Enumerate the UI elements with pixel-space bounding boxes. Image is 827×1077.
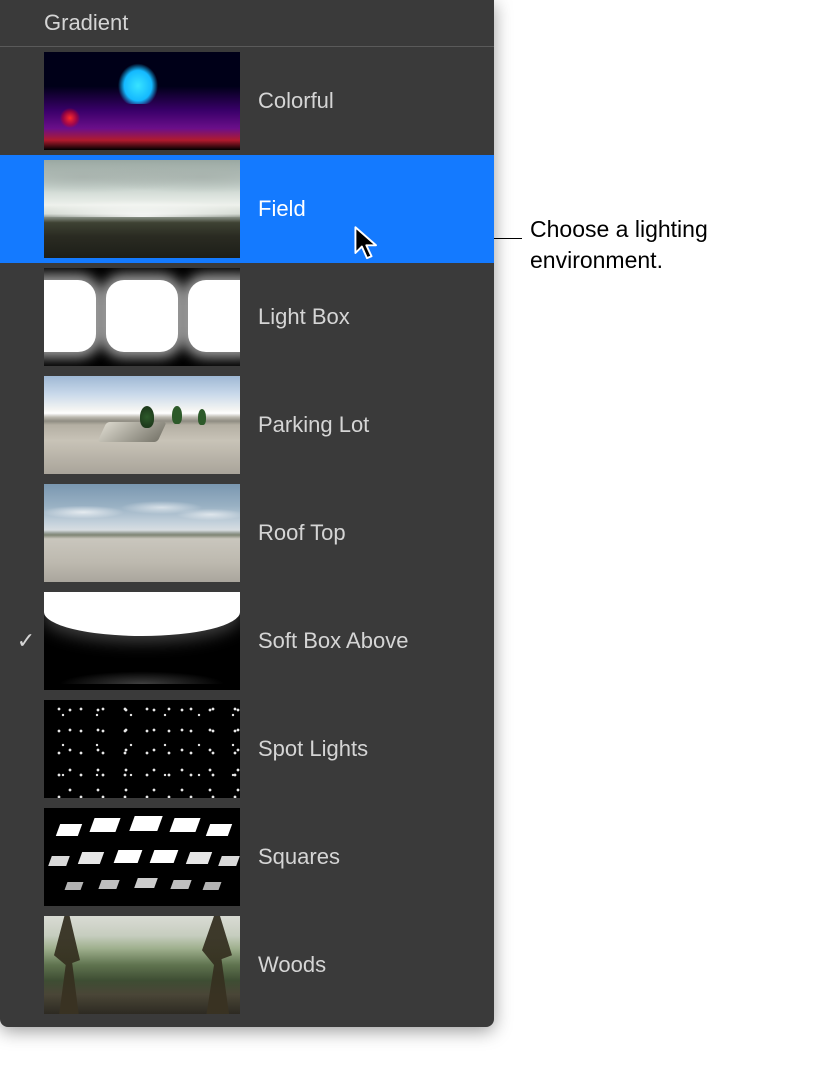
thumbnail-parking-lot — [44, 376, 240, 474]
thumbnail-colorful — [44, 52, 240, 150]
menu-item-colorful[interactable]: Colorful — [0, 47, 494, 155]
thumbnail-woods — [44, 916, 240, 1014]
thumbnail-light-box — [44, 268, 240, 366]
menu-item-label: Soft Box Above — [258, 628, 408, 654]
thumbnail-spot-lights — [44, 700, 240, 798]
thumbnail-squares — [44, 808, 240, 906]
menu-item-soft-box-above[interactable]: ✓ Soft Box Above — [0, 587, 494, 695]
menu-item-label: Spot Lights — [258, 736, 368, 762]
menu-item-roof-top[interactable]: Roof Top — [0, 479, 494, 587]
checkmark-icon: ✓ — [8, 628, 44, 654]
annotation-text: Choose a lighting environment. — [530, 214, 827, 276]
thumbnail-roof-top — [44, 484, 240, 582]
menu-item-label: Roof Top — [258, 520, 346, 546]
thumbnail-soft-box-above — [44, 592, 240, 690]
menu-header-label: Gradient — [44, 10, 128, 35]
environment-dropdown: Gradient Colorful Field Light Box Parkin… — [0, 0, 494, 1027]
menu-item-parking-lot[interactable]: Parking Lot — [0, 371, 494, 479]
menu-item-label: Parking Lot — [258, 412, 369, 438]
menu-item-label: Light Box — [258, 304, 350, 330]
menu-item-label: Squares — [258, 844, 340, 870]
menu-item-field[interactable]: Field — [0, 155, 494, 263]
thumbnail-field — [44, 160, 240, 258]
menu-item-label: Field — [258, 196, 306, 222]
menu-item-label: Colorful — [258, 88, 334, 114]
menu-item-woods[interactable]: Woods — [0, 911, 494, 1019]
menu-item-label: Woods — [258, 952, 326, 978]
menu-item-squares[interactable]: Squares — [0, 803, 494, 911]
menu-item-spot-lights[interactable]: Spot Lights — [0, 695, 494, 803]
menu-header: Gradient — [0, 0, 494, 46]
annotation-connector — [494, 238, 522, 239]
menu-item-light-box[interactable]: Light Box — [0, 263, 494, 371]
